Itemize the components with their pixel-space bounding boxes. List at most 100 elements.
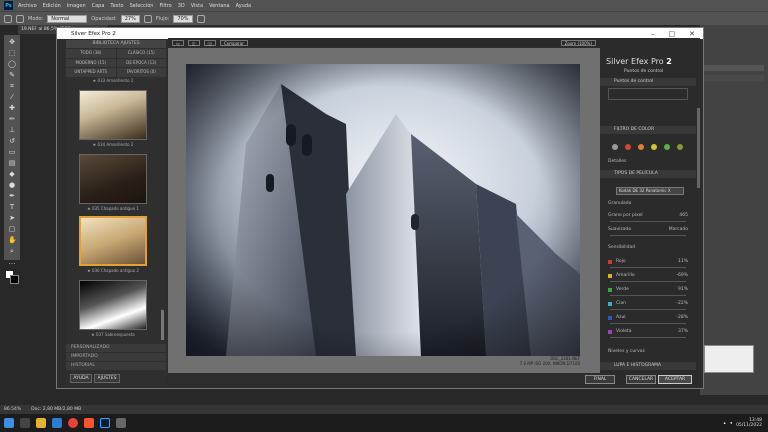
settings-button[interactable]: AJUSTES [94, 374, 120, 383]
volume-icon[interactable]: ◂ [730, 421, 732, 426]
opacity-field[interactable]: 27% [120, 14, 140, 23]
grain-slider[interactable] [610, 221, 686, 222]
dodge-tool-icon[interactable]: ● [8, 181, 16, 189]
brave-icon[interactable] [84, 418, 94, 428]
shape-tool-icon[interactable]: ▢ [8, 225, 16, 233]
menu-ventana[interactable]: Ventana [209, 3, 230, 9]
softness-slider[interactable] [610, 235, 686, 236]
side-by-side-icon[interactable]: ▯▯ [203, 39, 216, 46]
close-icon[interactable]: ✕ [689, 30, 695, 38]
preset-thumbnail[interactable] [79, 90, 147, 140]
menu-capa[interactable]: Capa [92, 3, 105, 9]
accept-button[interactable]: ACEPTAR [658, 375, 692, 384]
yellow-slider[interactable] [610, 281, 686, 282]
history-brush-icon[interactable]: ↺ [8, 137, 16, 145]
control-points-section[interactable]: Puntos de control [600, 78, 696, 86]
levels-curves-row[interactable]: Niveles y curvas [608, 348, 688, 355]
tab-todo[interactable]: TODO (38) [66, 49, 116, 58]
crop-tool-icon[interactable]: ⌗ [8, 82, 16, 90]
tab-clasico[interactable]: CLÁSICO (15) [116, 49, 166, 58]
color-filter-section[interactable]: FILTRO DE COLOR [600, 126, 696, 134]
blur-tool-icon[interactable]: ◆ [8, 170, 16, 178]
marquee-tool-icon[interactable]: ⬚ [8, 49, 16, 57]
quick-select-tool-icon[interactable]: ✎ [8, 71, 16, 79]
minimize-icon[interactable]: – [651, 30, 655, 38]
menu-archivo[interactable]: Archivo [18, 3, 37, 9]
menu-3d[interactable]: 3D [178, 3, 185, 9]
cancel-button[interactable]: CANCELAR [626, 375, 656, 384]
word-icon[interactable] [52, 418, 62, 428]
menu-texto[interactable]: Texto [110, 3, 123, 9]
compare-button[interactable]: Comparar [219, 39, 248, 46]
menu-filtro[interactable]: Filtro [159, 3, 171, 9]
filter-orange-dot[interactable] [638, 144, 644, 150]
more-tools-icon[interactable]: … [8, 258, 16, 266]
eyedropper-tool-icon[interactable]: ⁄ [8, 93, 16, 101]
violet-slider[interactable] [610, 337, 686, 338]
brush-preset-icon[interactable] [16, 14, 24, 23]
zoom-tool-icon[interactable]: ⌕ [8, 247, 16, 255]
airbrush-icon[interactable] [196, 14, 205, 23]
stamp-tool-icon[interactable]: ⊥ [8, 126, 16, 134]
green-slider[interactable] [610, 295, 686, 296]
menu-edicion[interactable]: Edición [43, 3, 61, 9]
network-icon[interactable]: ▴ [724, 421, 726, 426]
pressure-opacity-icon[interactable] [143, 14, 152, 23]
color-swatches[interactable] [5, 270, 19, 284]
maximize-icon[interactable]: □ [669, 30, 676, 38]
mode-select[interactable]: Normal [47, 14, 88, 23]
split-view-icon[interactable]: ◫ [187, 39, 200, 46]
filter-neutral-dot[interactable] [612, 144, 618, 150]
channel-yellow-row[interactable]: Amarillo -69% [608, 272, 688, 279]
help-button[interactable]: AYUDA [70, 374, 92, 383]
file-explorer-icon[interactable] [36, 418, 46, 428]
hand-tool-icon[interactable]: ✋ [8, 236, 17, 244]
eraser-tool-icon[interactable]: ▭ [8, 148, 16, 156]
channel-red-row[interactable]: Rojo 11% [608, 258, 688, 265]
brush-tool-icon-2[interactable]: ✏ [8, 115, 16, 123]
menu-seleccion[interactable]: Selección [130, 3, 154, 9]
finish-button[interactable]: FINAL [585, 375, 615, 384]
move-tool-icon[interactable]: ✥ [8, 38, 16, 46]
section-historial[interactable]: HISTORIAL [66, 362, 166, 370]
channel-blue-row[interactable]: Azul -28% [608, 314, 688, 321]
chrome-icon[interactable] [68, 418, 78, 428]
details-row[interactable]: Detalles [608, 158, 688, 165]
flow-field[interactable]: 70% [173, 14, 193, 23]
type-tool-icon[interactable]: T [8, 203, 16, 211]
start-icon[interactable] [4, 418, 14, 428]
channel-violet-row[interactable]: Violeta 37% [608, 328, 688, 335]
filter-green-dot[interactable] [664, 144, 670, 150]
zoom-select[interactable]: Zoom (100%) [560, 39, 596, 46]
clock[interactable]: 13:48 05/11/2022 [736, 418, 762, 428]
photoshop-taskbar-icon[interactable] [100, 418, 110, 428]
path-select-icon[interactable]: ➤ [8, 214, 16, 222]
search-icon[interactable] [20, 418, 30, 428]
app-taskbar-icon[interactable] [116, 418, 126, 428]
filter-yellow-dot[interactable] [651, 144, 657, 150]
preset-thumbnail-selected[interactable] [79, 216, 147, 266]
red-slider[interactable] [610, 267, 686, 268]
section-importado[interactable]: IMPORTADO [66, 353, 166, 361]
panel-scrollbar[interactable] [697, 108, 700, 188]
tab-favoritos[interactable]: FAVORITOS (0) [116, 68, 166, 77]
cyan-slider[interactable] [610, 309, 686, 310]
single-view-icon[interactable]: ▭ [172, 39, 184, 46]
filter-red-dot[interactable] [625, 144, 631, 150]
film-select[interactable]: Kodak DE 32 Panatomic X [616, 187, 684, 195]
preset-thumbnail[interactable] [79, 280, 147, 330]
control-points-toggle[interactable]: Puntos de control [624, 69, 663, 74]
loupe-histogram-section[interactable]: LUPA E HISTOGRAMA [600, 362, 696, 370]
menu-vista[interactable]: Vista [191, 3, 203, 9]
preset-thumbnail[interactable] [79, 154, 147, 204]
healing-tool-icon[interactable]: ✚ [8, 104, 16, 112]
lasso-tool-icon[interactable]: ◯ [8, 60, 16, 68]
menu-ayuda[interactable]: Ayuda [236, 3, 251, 9]
channel-cyan-row[interactable]: Cian -22% [608, 300, 688, 307]
pen-tool-icon[interactable]: ✒ [8, 192, 16, 200]
tab-de-epoca[interactable]: DE ÉPOCA (13) [116, 58, 166, 68]
menu-imagen[interactable]: Imagen [67, 3, 86, 9]
tab-untapped[interactable]: UNTAPPED ARTS [66, 68, 116, 77]
brush-tool-icon[interactable] [4, 14, 12, 23]
film-types-section[interactable]: TIPOS DE PELÍCULA [600, 170, 696, 178]
